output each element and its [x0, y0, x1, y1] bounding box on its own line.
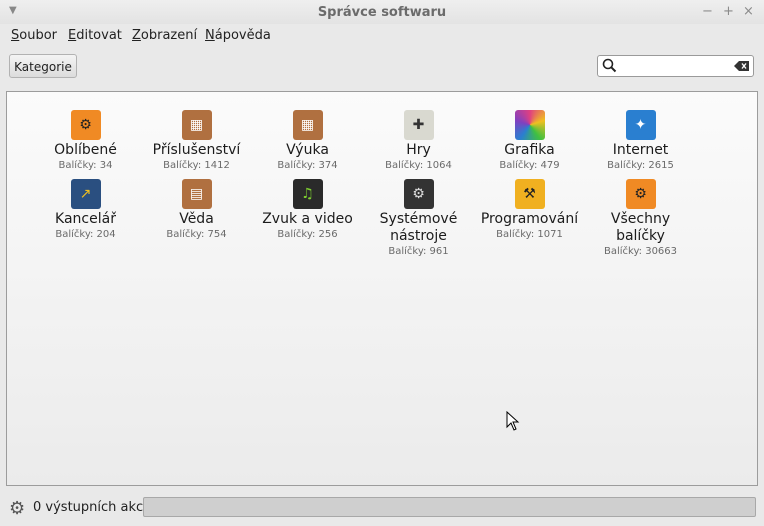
favorites-icon: ⚙ — [70, 110, 101, 140]
category-sound-video[interactable]: ♫ Zvuk a video Balíčky: 256 — [252, 179, 363, 259]
system-tools-icon: ⚙ — [403, 179, 434, 209]
category-name: Zvuk a video — [262, 211, 353, 227]
category-name: Grafika — [504, 142, 555, 158]
category-name: Programování — [480, 211, 579, 227]
category-grid: ⚙ Oblíbené Balíčky: 34 ▦ Příslušenství B… — [30, 110, 710, 259]
category-name: Hry — [406, 142, 431, 158]
graphics-icon — [514, 110, 545, 140]
internet-icon: ✦ — [625, 110, 656, 140]
category-count: Balíčky: 30663 — [603, 246, 678, 257]
category-programming[interactable]: ⚒ Programování Balíčky: 1071 — [474, 179, 585, 259]
category-name: Všechny balíčky — [610, 211, 671, 244]
maximize-icon[interactable]: + — [723, 4, 734, 19]
window-title: Správce softwaru — [317, 5, 447, 20]
all-packages-icon: ⚙ — [625, 179, 656, 209]
sound-video-icon: ♫ — [292, 179, 323, 209]
category-count: Balíčky: 479 — [499, 160, 560, 171]
gear-icon[interactable]: ⚙ — [9, 498, 25, 519]
category-name: Kancelář — [55, 211, 116, 227]
category-name: Internet — [612, 142, 669, 158]
category-count: Balíčky: 34 — [58, 160, 113, 171]
category-count: Balíčky: 1071 — [496, 229, 563, 240]
progress-bar — [143, 497, 756, 517]
category-office[interactable]: ↗ Kancelář Balíčky: 204 — [30, 179, 141, 259]
title-bar: ▼ Správce softwaru − + × — [0, 0, 764, 24]
menu-editovat[interactable]: Editovat — [68, 28, 122, 43]
status-bar: ⚙ 0 výstupních akcí — [0, 492, 764, 526]
category-count: Balíčky: 1412 — [163, 160, 230, 171]
category-favorites[interactable]: ⚙ Oblíbené Balíčky: 34 — [30, 110, 141, 173]
mouse-cursor-icon — [506, 411, 520, 431]
close-icon[interactable]: × — [743, 4, 754, 19]
category-internet[interactable]: ✦ Internet Balíčky: 2615 — [585, 110, 696, 173]
science-icon: ▤ — [181, 179, 212, 209]
category-count: Balíčky: 961 — [388, 246, 449, 257]
category-science[interactable]: ▤ Věda Balíčky: 754 — [141, 179, 252, 259]
category-count: Balíčky: 1064 — [385, 160, 452, 171]
category-games[interactable]: ✚ Hry Balíčky: 1064 — [363, 110, 474, 173]
category-graphics[interactable]: Grafika Balíčky: 479 — [474, 110, 585, 173]
category-name: Oblíbené — [54, 142, 117, 158]
search-icon — [602, 58, 617, 73]
games-icon: ✚ — [403, 110, 434, 140]
category-system-tools[interactable]: ⚙ Systémové nástroje Balíčky: 961 — [363, 179, 474, 259]
menu-bar: Soubor Editovat Zobrazení Nápověda — [0, 26, 764, 46]
category-education[interactable]: ▦ Výuka Balíčky: 374 — [252, 110, 363, 173]
category-accessories[interactable]: ▦ Příslušenství Balíčky: 1412 — [141, 110, 252, 173]
category-count: Balíčky: 754 — [166, 229, 227, 240]
category-all-packages[interactable]: ⚙ Všechny balíčky Balíčky: 30663 — [585, 179, 696, 259]
category-count: Balíčky: 374 — [277, 160, 338, 171]
clear-search-icon[interactable] — [734, 60, 750, 72]
accessories-icon: ▦ — [181, 110, 212, 140]
search-input[interactable] — [597, 55, 754, 77]
categories-panel: ⚙ Oblíbené Balíčky: 34 ▦ Příslušenství B… — [6, 91, 758, 486]
minimize-icon[interactable]: − — [702, 4, 713, 19]
category-name: Výuka — [286, 142, 329, 158]
menu-zobrazeni[interactable]: Zobrazení — [132, 28, 197, 43]
categories-button[interactable]: Kategorie — [9, 54, 77, 78]
category-name: Systémové nástroje — [379, 211, 458, 244]
programming-icon: ⚒ — [514, 179, 545, 209]
education-icon: ▦ — [292, 110, 323, 140]
office-icon: ↗ — [70, 179, 101, 209]
category-count: Balíčky: 2615 — [607, 160, 674, 171]
category-count: Balíčky: 204 — [55, 229, 116, 240]
menu-napoveda[interactable]: Nápověda — [205, 28, 271, 43]
menu-soubor[interactable]: Soubor — [11, 28, 57, 43]
status-text: 0 výstupních akcí — [33, 500, 147, 515]
category-name: Věda — [179, 211, 214, 227]
category-count: Balíčky: 256 — [277, 229, 338, 240]
category-name: Příslušenství — [152, 142, 241, 158]
